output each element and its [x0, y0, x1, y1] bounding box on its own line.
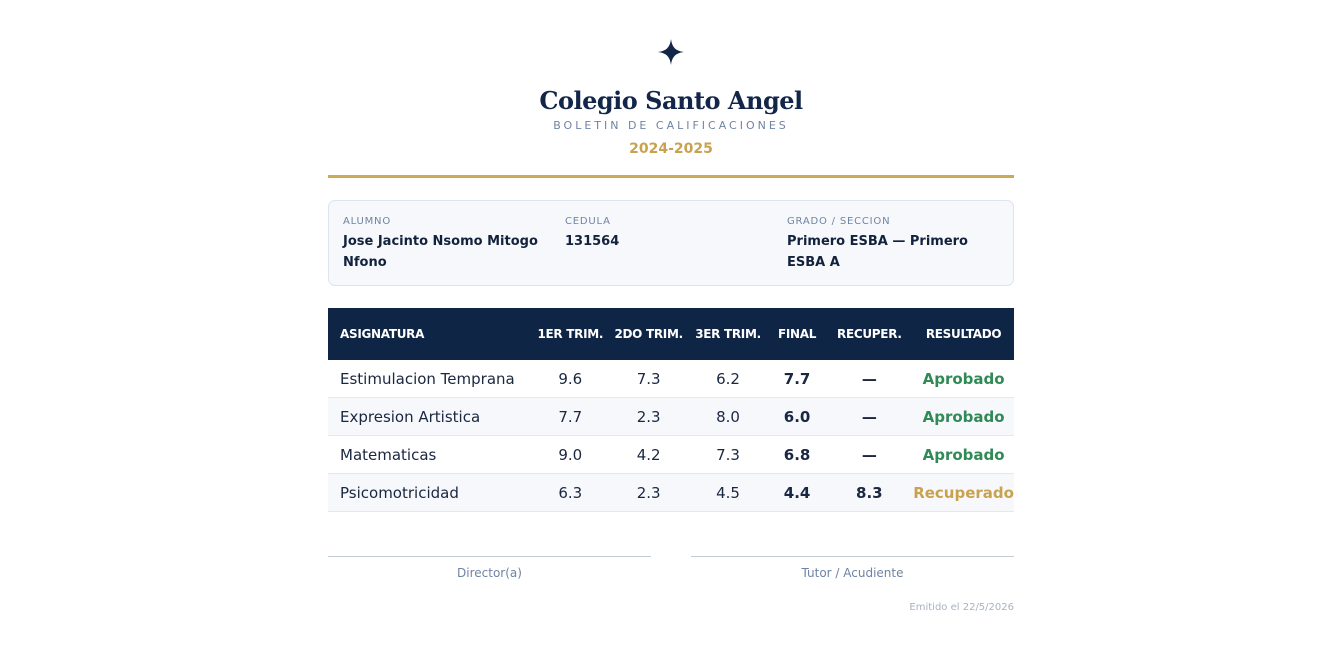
- header-subject: ASIGNATURA: [340, 326, 425, 341]
- grades-table: ASIGNATURA 1ER TRIM. 2DO TRIM. 3ER TRIM.…: [328, 308, 1014, 512]
- four-point-star-icon: [658, 39, 684, 65]
- signature-line: [328, 556, 651, 557]
- result-cell: Aprobado: [913, 435, 1014, 474]
- student-name: Jose Jacinto Nsomo Mitogo Nfono: [343, 234, 538, 270]
- term1-cell: 9.0: [530, 435, 610, 474]
- term3-cell: 4.5: [687, 473, 769, 512]
- student-name-label: ALUMNO: [343, 216, 392, 227]
- subject-cell: Expresion Artistica: [328, 397, 531, 436]
- term3-cell: 8.0: [687, 397, 769, 436]
- recovery-cell: 8.3: [825, 473, 914, 512]
- student-id-block: CEDULA 131564: [565, 216, 787, 285]
- school-year: 2024-2025: [629, 141, 713, 157]
- result-cell: Recuperado: [913, 473, 1014, 512]
- final-cell: 4.4: [768, 473, 826, 512]
- recovery-cell: —: [825, 435, 914, 474]
- header-recovery: RECUPER.: [837, 326, 902, 341]
- student-grade-label: GRADO / SECCION: [787, 216, 891, 227]
- report-card: Colegio Santo Angel BOLETIN DE CALIFICAC…: [328, 0, 1014, 613]
- term2-cell: 2.3: [609, 473, 688, 512]
- student-grade-block: GRADO / SECCION Primero ESBA — Primero E…: [787, 216, 1009, 285]
- table-row: Matematicas 9.0 4.2 7.3 6.8 — Aprobado: [328, 435, 1014, 474]
- term2-cell: 4.2: [609, 435, 688, 474]
- final-cell: 6.0: [768, 397, 826, 436]
- director-signature: Director(a): [328, 556, 651, 581]
- term1-cell: 6.3: [530, 473, 610, 512]
- document-type: BOLETIN DE CALIFICACIONES: [553, 119, 789, 132]
- student-id-label: CEDULA: [565, 216, 611, 227]
- final-cell: 7.7: [768, 360, 826, 398]
- result-cell: Aprobado: [913, 397, 1014, 436]
- header-term3: 3ER TRIM.: [695, 326, 761, 341]
- term1-cell: 7.7: [530, 397, 610, 436]
- issued-date: Emitido el 22/5/2026: [909, 602, 1014, 613]
- header-term1: 1ER TRIM.: [537, 326, 604, 341]
- term3-cell: 7.3: [687, 435, 769, 474]
- tutor-label: Tutor / Acudiente: [801, 566, 904, 580]
- director-label: Director(a): [457, 566, 522, 580]
- term3-cell: 6.2: [687, 360, 769, 398]
- term1-cell: 9.6: [530, 360, 610, 398]
- result-cell: Aprobado: [913, 360, 1014, 398]
- recovery-cell: —: [825, 397, 914, 436]
- header-divider: [328, 175, 1014, 178]
- subject-cell: Estimulacion Temprana: [328, 360, 531, 398]
- header-term2: 2DO TRIM.: [614, 326, 683, 341]
- term2-cell: 2.3: [609, 397, 688, 436]
- term2-cell: 7.3: [609, 360, 688, 398]
- table-header-row: ASIGNATURA 1ER TRIM. 2DO TRIM. 3ER TRIM.…: [328, 308, 1014, 360]
- signature-area: Director(a) Tutor / Acudiente: [328, 556, 1014, 581]
- final-cell: 6.8: [768, 435, 826, 474]
- header-result: RESULTADO: [925, 326, 1002, 341]
- header-final: FINAL: [778, 326, 817, 341]
- subject-cell: Matematicas: [328, 435, 531, 474]
- student-id: 131564: [565, 234, 620, 249]
- student-info-card: ALUMNO Jose Jacinto Nsomo Mitogo Nfono C…: [328, 200, 1014, 286]
- table-row: Psicomotricidad 6.3 2.3 4.5 4.4 8.3 Recu…: [328, 473, 1014, 512]
- subject-cell: Psicomotricidad: [328, 473, 531, 512]
- table-row: Expresion Artistica 7.7 2.3 8.0 6.0 — Ap…: [328, 397, 1014, 436]
- signature-line: [691, 556, 1014, 557]
- recovery-cell: —: [825, 360, 914, 398]
- tutor-signature: Tutor / Acudiente: [691, 556, 1014, 581]
- student-grade: Primero ESBA — Primero ESBA A: [787, 234, 968, 270]
- school-name: Colegio Santo Angel: [539, 86, 803, 115]
- student-name-block: ALUMNO Jose Jacinto Nsomo Mitogo Nfono: [343, 216, 565, 285]
- table-row: Estimulacion Temprana 9.6 7.3 6.2 7.7 — …: [328, 360, 1014, 398]
